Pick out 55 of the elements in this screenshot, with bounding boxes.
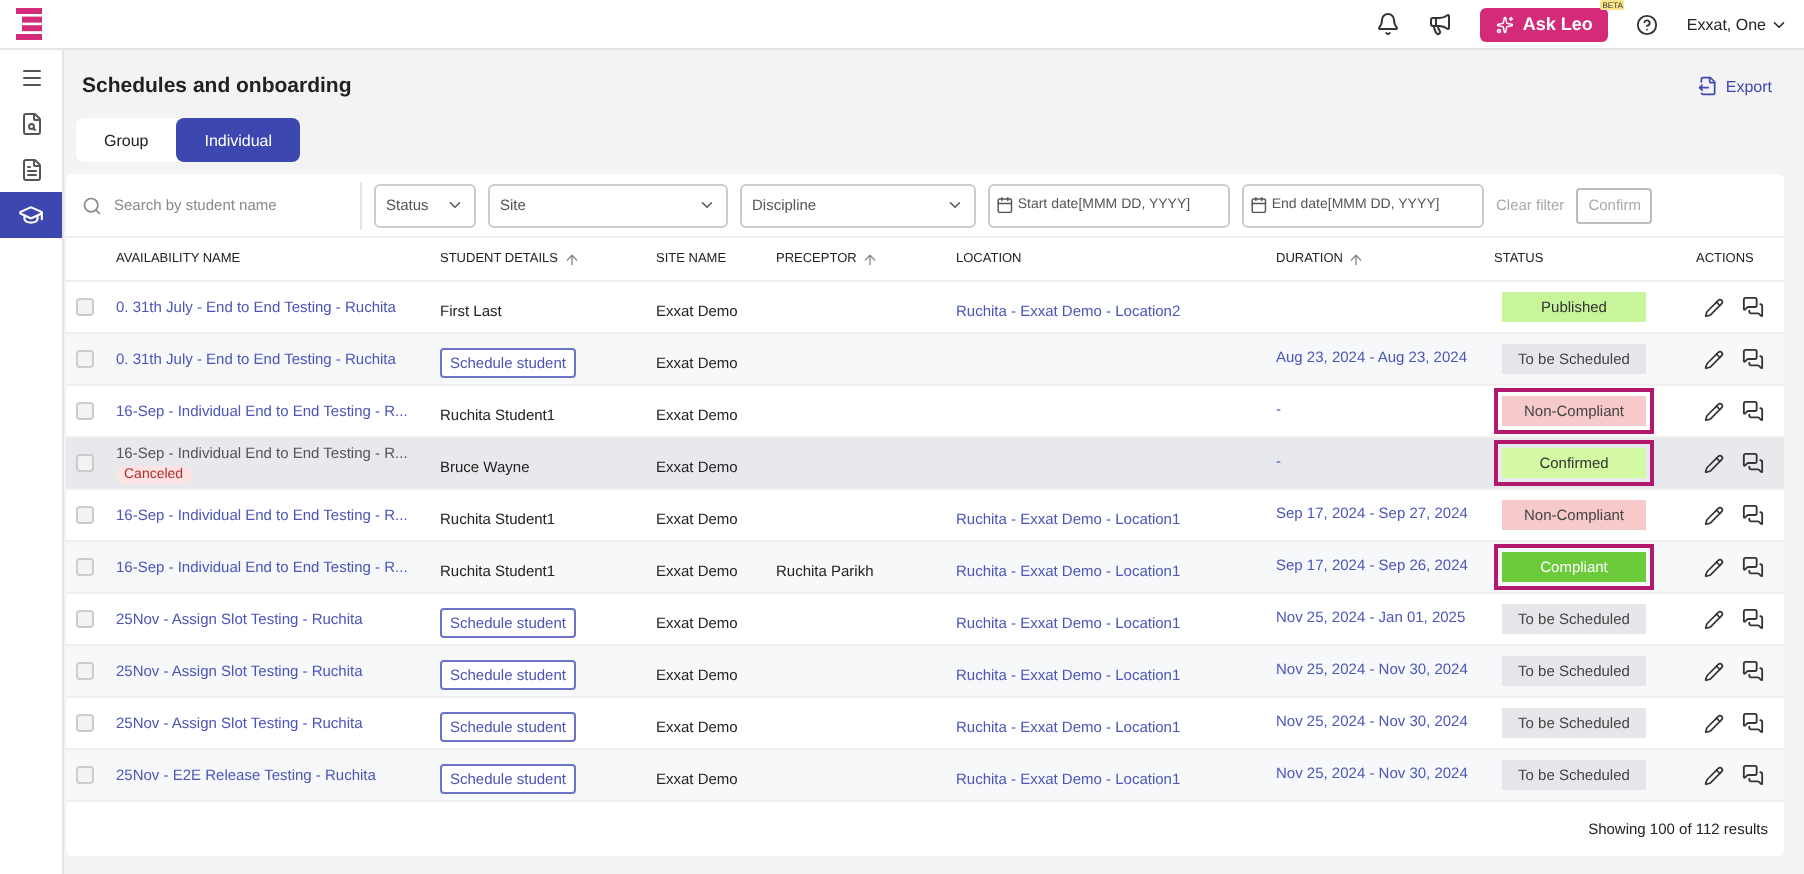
menu-icon [19,65,43,89]
row-checkbox[interactable] [76,714,94,732]
edit-icon[interactable] [1704,505,1724,525]
document-search-icon [19,111,43,135]
document-icon [19,157,43,181]
row-checkbox[interactable] [76,402,94,420]
edit-icon[interactable] [1704,765,1724,785]
row-checkbox[interactable] [76,610,94,628]
row-checkbox[interactable] [76,350,94,368]
bell-icon[interactable] [1376,12,1401,36]
chat-icon[interactable] [1742,400,1764,422]
chevron-down-icon [946,196,964,214]
chat-icon[interactable] [1742,608,1764,630]
edit-icon[interactable] [1704,401,1724,421]
row-checkbox[interactable] [76,454,94,472]
chat-icon[interactable] [1742,556,1764,578]
logo-icon [16,8,42,40]
export-icon [1697,76,1718,96]
ask-leo-button[interactable]: Ask Leo [1480,7,1609,41]
sidebar-item[interactable] [0,192,62,238]
calendar-icon [1250,196,1268,214]
chevron-down-icon [446,196,464,214]
sort-arrow-icon[interactable] [1348,251,1365,267]
chat-icon[interactable] [1742,764,1764,786]
edit-icon[interactable] [1704,713,1724,733]
row-checkbox[interactable] [76,766,94,784]
chat-icon[interactable] [1742,660,1764,682]
chat-icon[interactable] [1742,712,1764,734]
help-icon[interactable] [1636,13,1659,35]
chat-icon[interactable] [1742,452,1764,474]
graduation-cap-icon [18,202,44,228]
edit-icon[interactable] [1704,297,1724,317]
search-icon [82,195,102,215]
edit-icon[interactable] [1704,661,1724,681]
row-checkbox[interactable] [76,662,94,680]
chevron-down-icon [698,196,716,214]
edit-icon[interactable] [1704,557,1724,577]
row-checkbox[interactable] [76,558,94,576]
page-title: Schedules and onboarding [82,74,352,98]
edit-icon[interactable] [1704,349,1724,369]
row-checkbox[interactable] [76,506,94,524]
row-checkbox[interactable] [76,298,94,316]
export-button[interactable]: Export [1697,76,1772,96]
chat-icon[interactable] [1742,504,1764,526]
sort-arrow-icon[interactable] [564,251,580,267]
user-menu[interactable]: Exxat, One [1686,15,1788,33]
tab[interactable]: Individual [176,118,301,162]
edit-icon[interactable] [1704,453,1724,473]
sparkle-icon [1496,15,1515,33]
sort-arrow-icon[interactable] [862,251,879,267]
chat-icon[interactable] [1742,348,1764,370]
calendar-icon [996,196,1014,214]
edit-icon[interactable] [1704,609,1724,629]
chat-icon[interactable] [1742,296,1764,318]
megaphone-icon[interactable] [1428,12,1453,36]
